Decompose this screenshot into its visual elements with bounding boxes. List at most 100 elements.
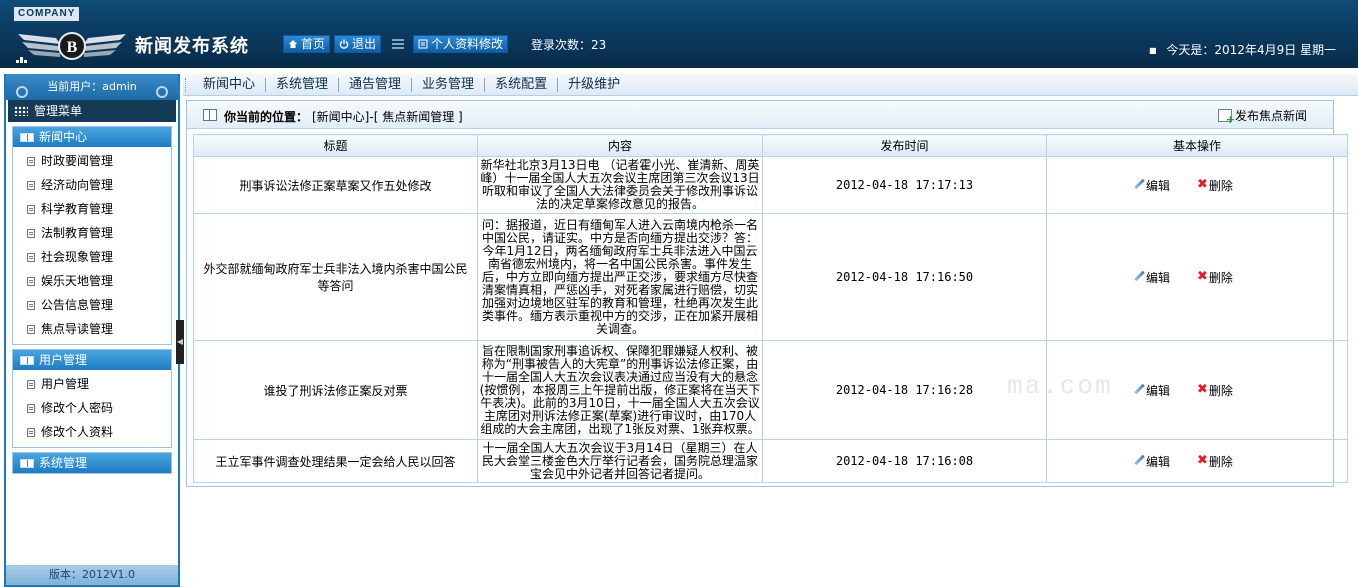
sidebar-item-label: 用户管理 bbox=[41, 377, 90, 391]
sidebar-item[interactable]: 法制教育管理 bbox=[13, 221, 171, 245]
sidebar-item[interactable]: 用户管理 bbox=[13, 372, 171, 396]
sidebar-item[interactable]: 公告信息管理 bbox=[13, 293, 171, 317]
menu-group-news: 新闻中心 时政要闻管理 经济动向管理 科学教育管理 法制教育管理 社会现象管理 … bbox=[12, 126, 172, 345]
current-user-label: 当前用户： bbox=[47, 80, 103, 93]
operations-cell: 编辑 ✖ 删除 bbox=[1046, 156, 1348, 214]
ring-icon bbox=[156, 86, 168, 98]
table-row: 外交部就缅甸政府军士兵非法入境内杀害中国公民等答问 问：据报道，近日有缅甸军人进… bbox=[193, 213, 1348, 341]
column-header: 标题 bbox=[193, 134, 478, 157]
edit-label: 编辑 bbox=[1146, 270, 1171, 285]
publish-time-cell: 2012-04-18 17:16:28 bbox=[762, 340, 1047, 440]
delete-link[interactable]: ✖ 删除 bbox=[1197, 177, 1233, 194]
today-date: 今天是：2012年4月9日 星期一 bbox=[1149, 41, 1336, 58]
operations-cell: 编辑 ✖ 删除 bbox=[1046, 340, 1348, 440]
collapse-sidebar-handle[interactable]: ◀ bbox=[176, 320, 184, 364]
separator-icon bbox=[392, 39, 404, 49]
svg-text:B: B bbox=[67, 39, 78, 56]
breadcrumb: [新闻中心]-[ 焦点新闻管理 ] bbox=[312, 110, 463, 124]
current-user-bar: 当前用户：admin bbox=[6, 74, 178, 100]
publish-button-label: 发布焦点新闻 bbox=[1235, 109, 1308, 123]
nav-item[interactable]: 升级维护 bbox=[558, 78, 630, 92]
column-header: 基本操作 bbox=[1046, 134, 1348, 157]
home-button[interactable]: 首页 bbox=[283, 35, 331, 53]
delete-link[interactable]: ✖ 删除 bbox=[1197, 453, 1233, 470]
publish-time-cell: 2012-04-18 17:16:08 bbox=[762, 439, 1047, 483]
news-table: 标题 内容 发布时间 基本操作 刑事诉讼法修正案草案又作五处修改 新华社北京3月… bbox=[193, 134, 1348, 483]
document-icon bbox=[27, 253, 35, 262]
current-user-name: admin bbox=[102, 80, 137, 93]
home-button-label: 首页 bbox=[301, 37, 326, 51]
sidebar-item-label: 修改个人密码 bbox=[41, 401, 114, 415]
book-icon bbox=[20, 133, 34, 142]
login-count: 登录次数：23 bbox=[531, 36, 606, 53]
edit-link[interactable]: 编辑 bbox=[1133, 269, 1170, 286]
menu-group-title[interactable]: 用户管理 bbox=[13, 350, 171, 370]
news-content-cell: 新华社北京3月13日电 （记者霍小光、崔清新、周英峰）十一届全国人大五次会议主席… bbox=[477, 156, 763, 214]
sidebar-item[interactable]: 时政要闻管理 bbox=[13, 149, 171, 173]
news-content-cell: 旨在限制国家刑事追诉权、保障犯罪嫌疑人权利、被称为“刑事被告人的大宪章”的刑事诉… bbox=[477, 340, 763, 440]
sidebar-item[interactable]: 焦点导读管理 bbox=[13, 317, 171, 341]
nav-item[interactable]: 系统配置 bbox=[485, 78, 559, 92]
delete-link[interactable]: ✖ 删除 bbox=[1197, 269, 1233, 286]
logout-button-label: 退出 bbox=[352, 37, 377, 51]
nav-item[interactable]: 系统管理 bbox=[266, 78, 340, 92]
system-title: 新闻发布系统 bbox=[135, 36, 249, 57]
sidebar-item-label: 公告信息管理 bbox=[41, 298, 114, 312]
sidebar-item-label: 法制教育管理 bbox=[41, 226, 114, 240]
edit-link[interactable]: 编辑 bbox=[1133, 382, 1170, 399]
table-row: 刑事诉讼法修正案草案又作五处修改 新华社北京3月13日电 （记者霍小光、崔清新、… bbox=[193, 156, 1348, 214]
edit-label: 编辑 bbox=[1146, 454, 1171, 469]
sidebar-item[interactable]: 修改个人密码 bbox=[13, 396, 171, 420]
grid-icon bbox=[14, 106, 28, 116]
delete-x-icon: ✖ bbox=[1197, 177, 1208, 192]
menu-group-title-label: 用户管理 bbox=[39, 353, 88, 367]
today-label: 今天是： bbox=[1166, 43, 1215, 57]
sidebar-item-label: 社会现象管理 bbox=[41, 250, 114, 264]
pencil-icon bbox=[1133, 384, 1145, 396]
sidebar-item[interactable]: 科学教育管理 bbox=[13, 197, 171, 221]
profile-edit-button[interactable]: 个人资料修改 bbox=[413, 35, 509, 53]
table-row: 谁投了刑诉法修正案反对票 旨在限制国家刑事追诉权、保障犯罪嫌疑人权利、被称为“刑… bbox=[193, 340, 1348, 440]
nav-item[interactable]: 业务管理 bbox=[412, 78, 486, 92]
grip-icon bbox=[185, 78, 188, 92]
sidebar-item-label: 时政要闻管理 bbox=[41, 154, 114, 168]
menu-group-users: 用户管理 用户管理 修改个人密码 修改个人资料 bbox=[12, 349, 172, 448]
menu-group-title[interactable]: 系统管理 bbox=[13, 453, 171, 473]
pencil-icon bbox=[1133, 271, 1145, 283]
delete-label: 删除 bbox=[1208, 383, 1233, 398]
nav-item[interactable]: 通告管理 bbox=[339, 78, 413, 92]
delete-label: 删除 bbox=[1208, 270, 1233, 285]
news-title-cell: 王立军事件调查处理结果一定会给人民以回答 bbox=[193, 439, 478, 483]
operations-cell: 编辑 ✖ 删除 bbox=[1046, 439, 1348, 483]
nav-item[interactable]: 新闻中心 bbox=[193, 78, 267, 92]
window-icon bbox=[203, 109, 217, 121]
app-header: COMPANY B 新闻发布系统 首页 退出 个人资料修改 登录次数：23 今天… bbox=[0, 0, 1358, 68]
menu-header: 管理菜单 bbox=[8, 100, 176, 122]
menu-group-title-label: 新闻中心 bbox=[39, 130, 88, 144]
column-header: 内容 bbox=[477, 134, 763, 157]
today-value: 2012年4月9日 星期一 bbox=[1214, 43, 1337, 57]
document-icon bbox=[27, 301, 35, 310]
sidebar-item[interactable]: 社会现象管理 bbox=[13, 245, 171, 269]
sidebar-item[interactable]: 娱乐天地管理 bbox=[13, 269, 171, 293]
edit-label: 编辑 bbox=[1146, 178, 1171, 193]
menu-group-system: 系统管理 bbox=[12, 452, 172, 474]
book-icon bbox=[20, 356, 34, 365]
publish-focus-news-button[interactable]: 发布焦点新闻 bbox=[1218, 107, 1308, 126]
logout-button[interactable]: 退出 bbox=[334, 35, 382, 53]
menu-group-title[interactable]: 新闻中心 bbox=[13, 127, 171, 147]
sidebar-item[interactable]: 经济动向管理 bbox=[13, 173, 171, 197]
login-count-value: 23 bbox=[591, 38, 607, 52]
sidebar-item[interactable]: 修改个人资料 bbox=[13, 420, 171, 444]
delete-link[interactable]: ✖ 删除 bbox=[1197, 382, 1233, 399]
home-icon bbox=[289, 40, 297, 48]
news-content-cell: 问：据报道，近日有缅甸军人进入云南境内枪杀一名中国公民，请证实。中方是否向缅方提… bbox=[477, 213, 763, 341]
edit-link[interactable]: 编辑 bbox=[1133, 177, 1170, 194]
edit-link[interactable]: 编辑 bbox=[1133, 453, 1170, 470]
book-icon bbox=[20, 459, 34, 468]
publish-time-cell: 2012-04-18 17:17:13 bbox=[762, 156, 1047, 214]
location-label: 你当前的位置： bbox=[224, 110, 309, 124]
version-label: 版本： bbox=[48, 568, 82, 581]
sidebar-item-label: 修改个人资料 bbox=[41, 425, 114, 439]
pencil-icon bbox=[1133, 455, 1145, 467]
